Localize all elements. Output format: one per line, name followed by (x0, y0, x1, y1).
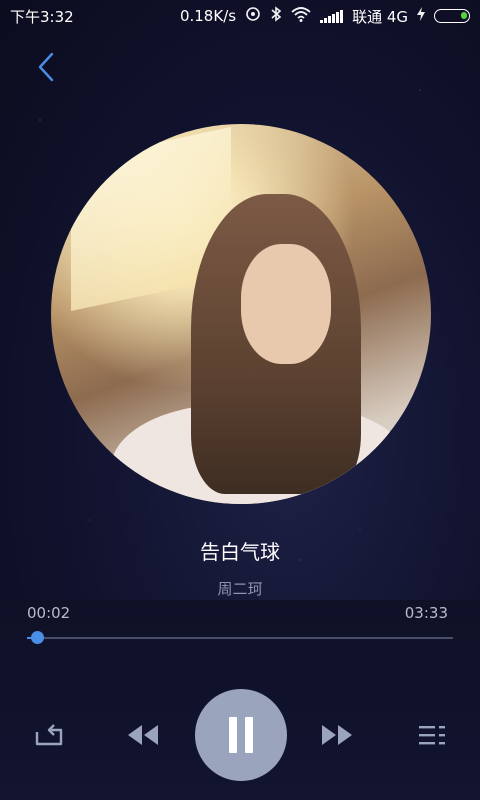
charging-icon (417, 7, 425, 25)
chevron-left-icon (38, 52, 54, 82)
battery-icon (434, 9, 470, 23)
repeat-icon (35, 724, 63, 746)
progress-bar[interactable] (27, 637, 453, 639)
artist-name: 周二珂 (217, 580, 263, 598)
carrier-label: 联通 4G (352, 7, 408, 26)
repeat-button[interactable] (30, 718, 66, 752)
pause-icon (229, 717, 253, 753)
signal-icon (320, 9, 344, 23)
album-cover (51, 124, 431, 504)
wifi-icon (291, 6, 311, 26)
total-time: 03:33 (404, 604, 448, 622)
status-time: 下午3:32 (10, 7, 74, 26)
play-pause-button[interactable] (195, 689, 287, 781)
fast-forward-icon (322, 725, 352, 745)
battery-level (461, 12, 467, 19)
back-button[interactable] (32, 48, 60, 86)
rewind-icon (128, 725, 158, 745)
playlist-button[interactable] (414, 718, 450, 752)
bluetooth-icon (270, 6, 282, 26)
status-bar: 下午3:32 0.18K/s 联通 4G (0, 0, 480, 32)
previous-button[interactable] (124, 718, 162, 752)
network-speed: 0.18K/s (179, 7, 237, 25)
current-time: 00:02 (27, 604, 71, 622)
playlist-icon (419, 726, 445, 745)
hotspot-icon (245, 6, 261, 26)
song-title: 告白气球 (200, 540, 280, 564)
next-button[interactable] (318, 718, 356, 752)
